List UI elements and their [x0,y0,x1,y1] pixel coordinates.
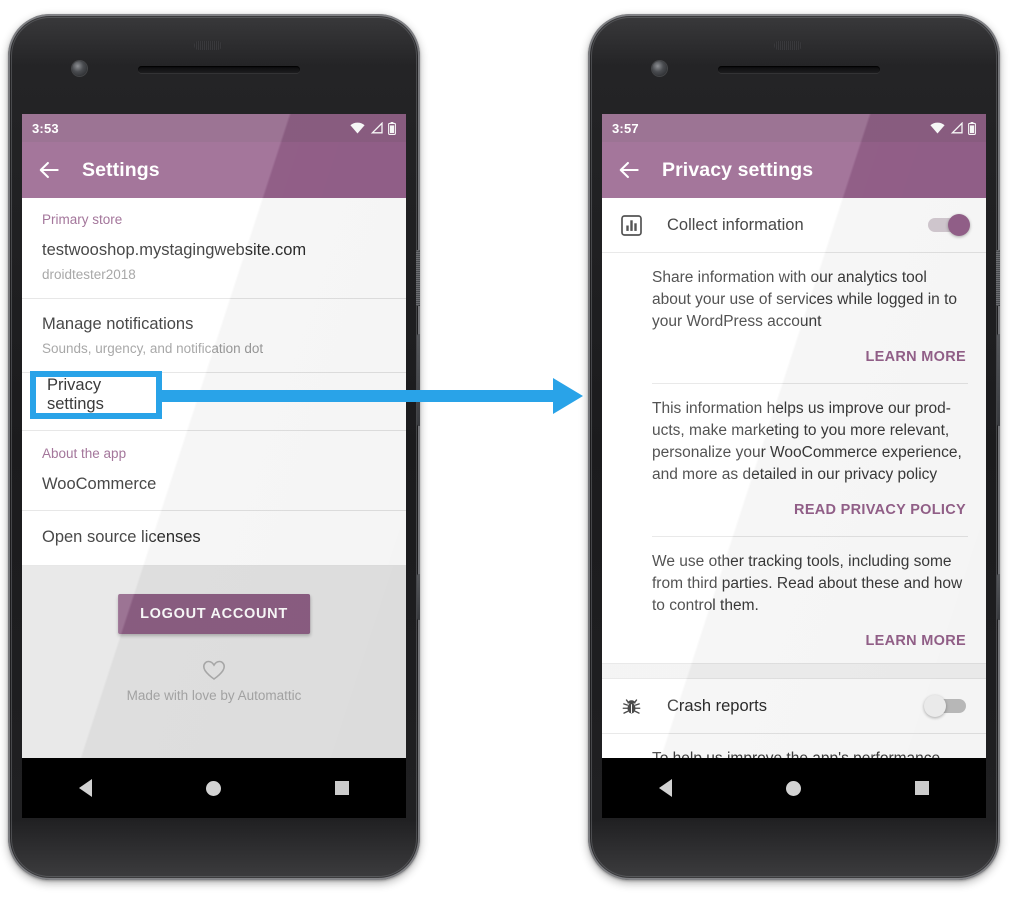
settings-footer: LOGOUT ACCOUNT Made with love by Automat… [22,566,406,758]
privacy-settings-list: Collect information Share information wi… [602,198,986,758]
bug-icon [614,696,648,717]
primary-store-username: droidtester2018 [42,267,136,282]
volume-button-lower[interactable] [997,574,1000,620]
collect-information-block-2: This information helps us improve our pr… [602,384,986,526]
section-gap [602,663,986,679]
wifi-icon [930,122,945,134]
collect-information-text-2: This information helps us improve our pr… [652,400,962,483]
collect-information-block-1: Share information with our analytics too… [602,252,986,373]
front-camera-icon [652,61,667,76]
learn-more-link-2[interactable]: LEARN MORE [652,633,968,649]
woocommerce-label: WooCommerce [42,475,157,493]
battery-icon [388,121,396,135]
privacy-row-collect-information[interactable]: Collect information [602,198,986,252]
status-bar: 3:53 [22,114,406,142]
settings-section-primary-store[interactable]: Primary store testwooshop.mystagingwebsi… [22,198,406,299]
crash-reports-text-1: To help us improve the app's performance… [652,748,968,758]
settings-section-about-the-app[interactable]: About the app WooCommerce [22,431,406,511]
read-privacy-policy-link[interactable]: READ PRIVACY POLICY [652,502,968,518]
page-title: Privacy settings [662,158,814,181]
back-arrow-icon[interactable] [616,157,642,183]
earpiece-speaker [718,66,880,73]
privacy-row-crash-reports[interactable]: Crash reports [602,679,986,733]
toggle-thumb [948,214,970,236]
collect-information-text-3: We use other tracking tools, including s… [652,553,963,614]
page-title: Settings [82,158,160,181]
phone-device-right: 3:57 Privacy settings Collect informatio… [588,14,1000,880]
manage-notifications-label: Manage notifications [42,315,194,333]
nav-back-icon[interactable] [659,779,672,797]
battery-icon [968,121,976,135]
primary-store-url: testwooshop.mystagingwebsite.com [42,241,307,259]
android-nav-bar-left [22,758,406,818]
crash-reports-toggle[interactable] [924,695,970,717]
logout-account-button[interactable]: LOGOUT ACCOUNT [118,594,310,634]
annotation-highlight-label: Privacy settings [47,376,104,413]
section-header-about-the-app: About the app [42,446,127,461]
collect-information-text-1: Share information with our analytics too… [652,269,958,330]
status-bar: 3:57 [602,114,986,142]
screen-right: 3:57 Privacy settings Collect informatio… [602,114,986,758]
annotation-arrow [155,378,583,414]
top-speaker-grille [774,41,802,50]
heart-icon [202,660,226,680]
learn-more-link-1[interactable]: LEARN MORE [652,349,968,365]
status-icons [350,121,396,135]
settings-list: Primary store testwooshop.mystagingwebsi… [22,198,406,758]
collect-information-block-3: We use other tracking tools, including s… [602,537,986,663]
analytics-bar-chart-icon [614,214,648,236]
status-time: 3:57 [612,120,639,136]
volume-button[interactable] [997,334,1000,426]
volume-button-lower[interactable] [417,574,420,620]
settings-row-open-source-licenses[interactable]: Open source licenses [22,511,406,566]
front-camera-icon [72,61,87,76]
collect-information-label: Collect information [667,215,804,234]
back-arrow-icon[interactable] [36,157,62,183]
manage-notifications-subtitle: Sounds, urgency, and notification dot [42,341,264,356]
signal-icon [950,122,963,134]
crash-reports-block-1: To help us improve the app's performance… [602,733,986,758]
app-bar: Settings [22,142,406,198]
status-icons [930,121,976,135]
nav-recents-icon[interactable] [335,781,349,795]
open-source-licenses-label: Open source licenses [42,528,201,546]
toggle-thumb [924,695,946,717]
app-bar: Privacy settings [602,142,986,198]
android-nav-bar-right [602,758,986,818]
crash-reports-label: Crash reports [667,696,767,715]
nav-home-icon[interactable] [786,780,801,796]
nav-home-icon[interactable] [206,780,221,796]
nav-back-icon[interactable] [79,779,92,797]
wifi-icon [350,122,365,134]
top-speaker-grille [194,41,222,50]
section-header-primary-store: Primary store [42,212,123,227]
screen-left: 3:53 Settings Primary store testwooshop.… [22,114,406,758]
earpiece-speaker [138,66,300,73]
power-button[interactable] [416,250,420,306]
made-with-love-block: Made with love by Automattic [22,660,406,705]
power-button[interactable] [996,250,1000,306]
collect-information-toggle[interactable] [924,214,970,236]
status-time: 3:53 [32,120,59,136]
made-with-love-text: Made with love by Automattic [126,688,302,703]
signal-icon [370,122,383,134]
nav-recents-icon[interactable] [915,781,929,795]
annotation-highlight-box: Privacy settings [30,371,162,419]
settings-row-manage-notifications[interactable]: Manage notifications Sounds, urgency, an… [22,299,406,373]
phone-device-left: 3:53 Settings Primary store testwooshop.… [8,14,420,880]
